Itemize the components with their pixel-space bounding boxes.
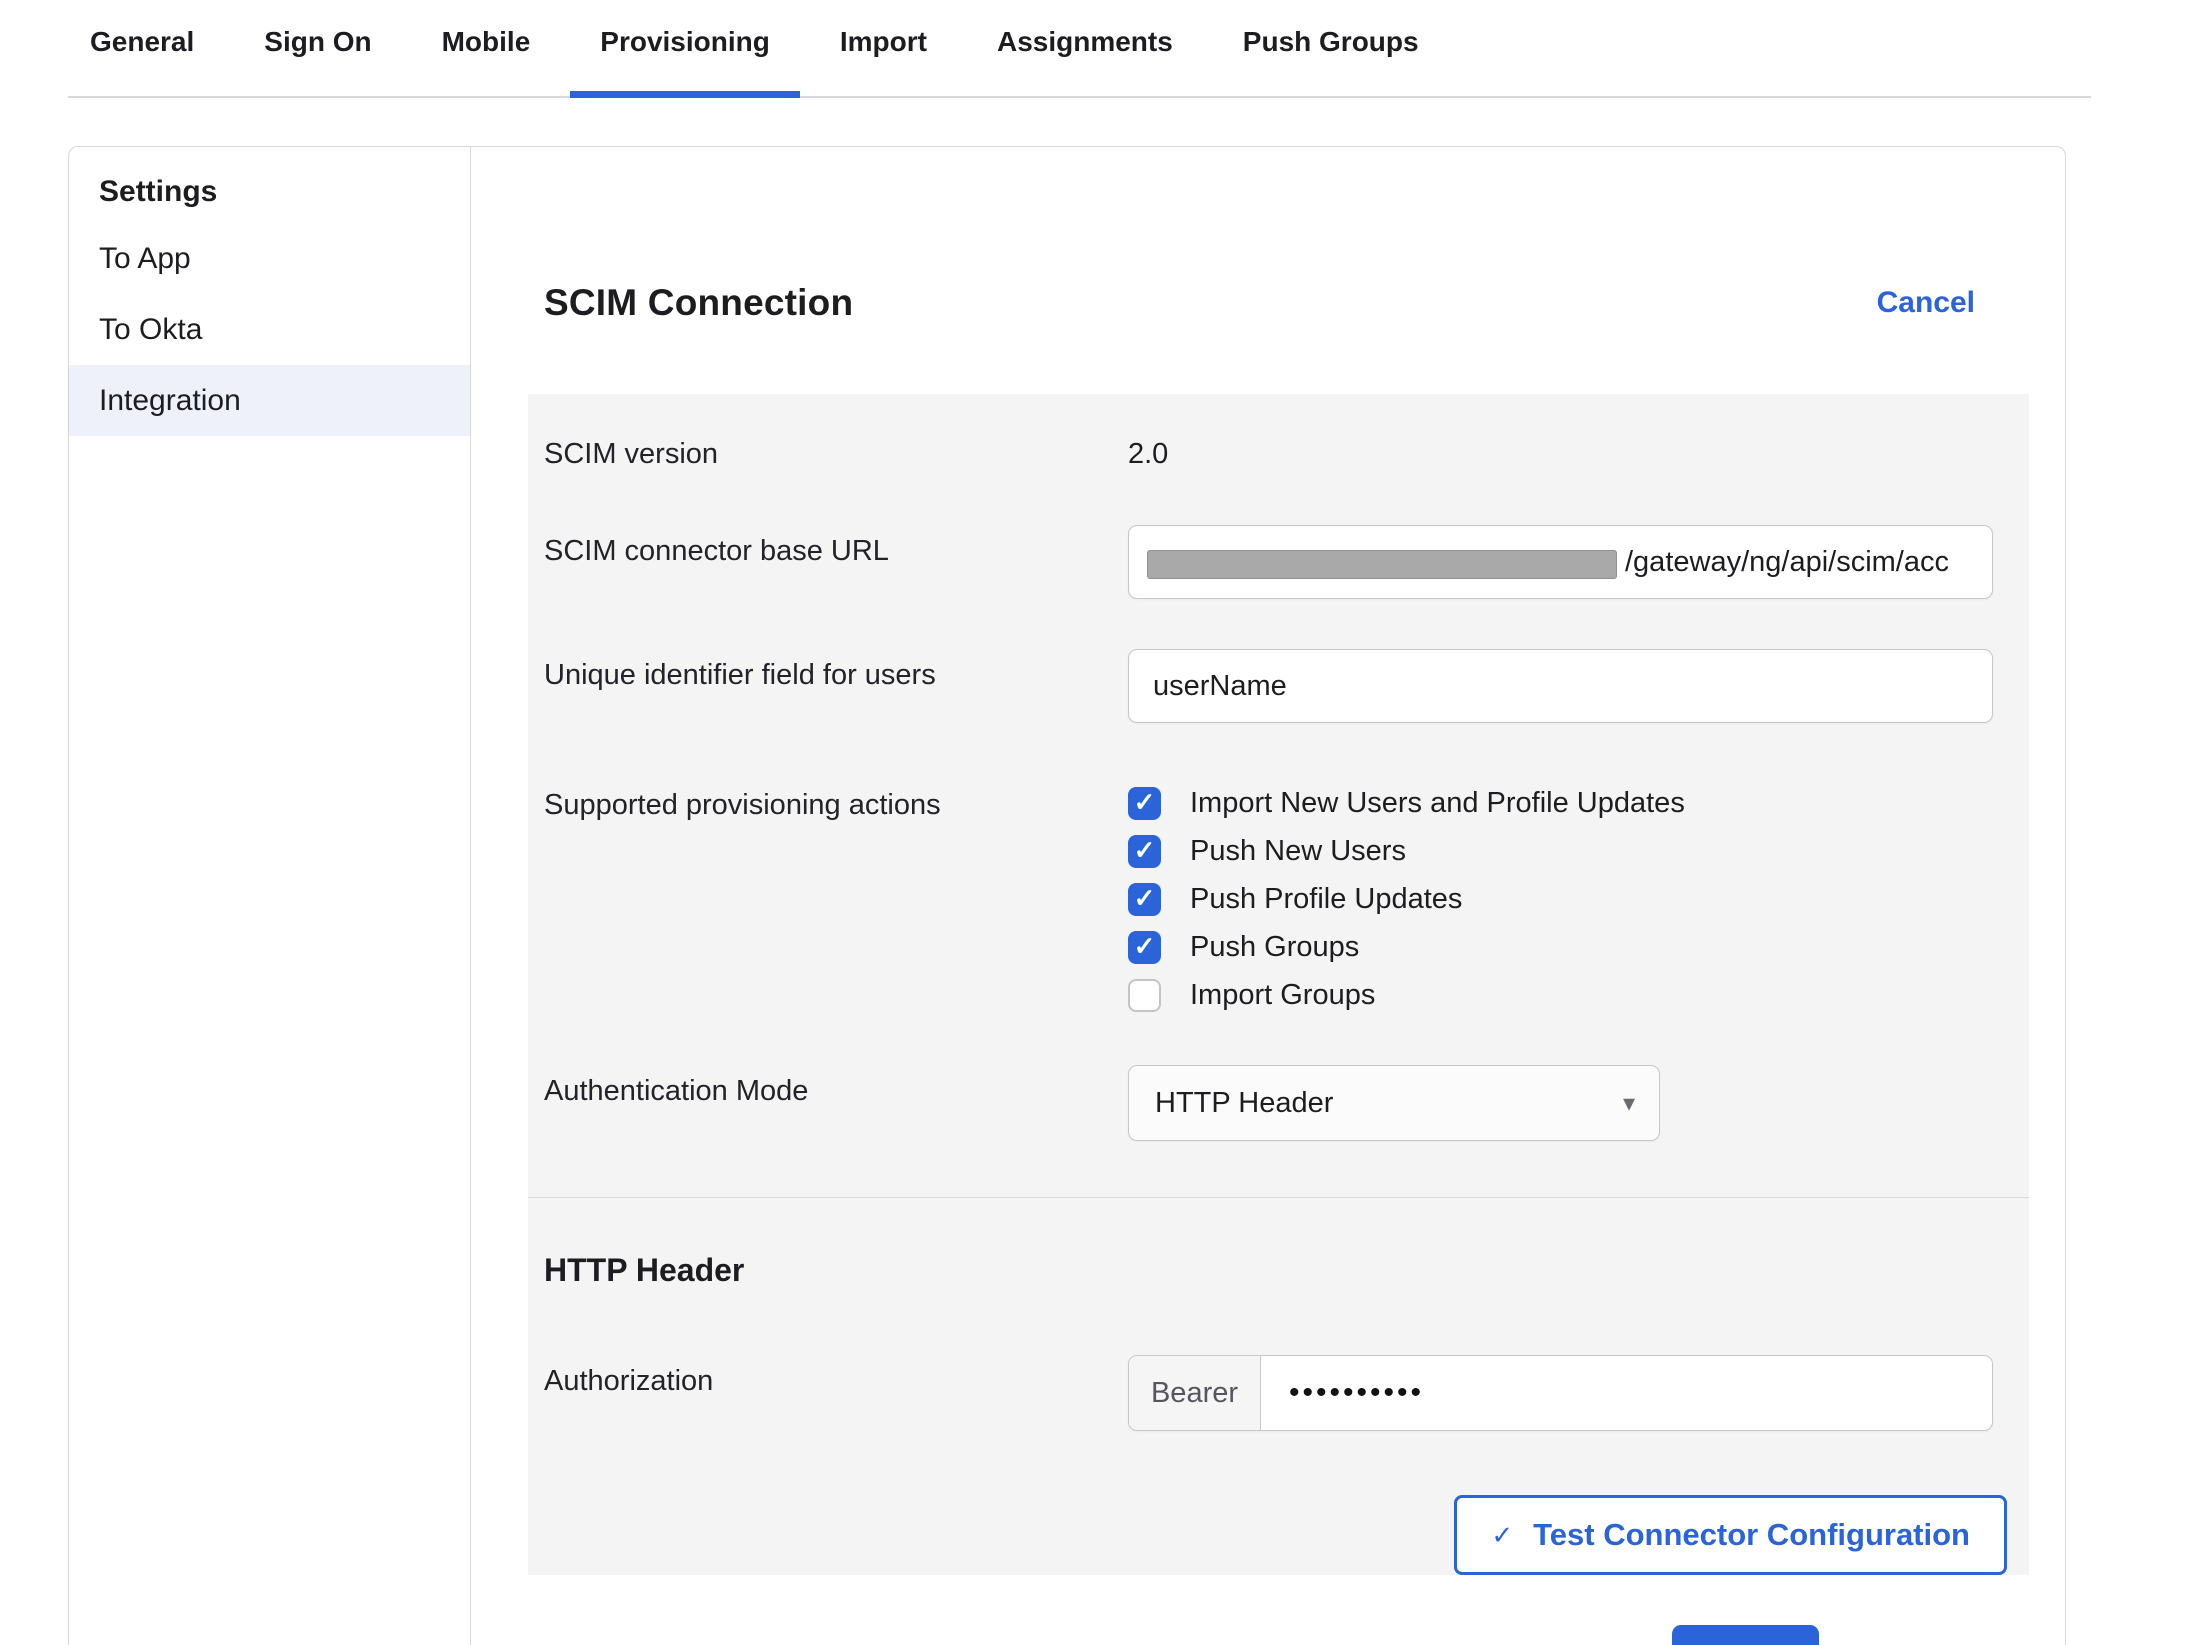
- scim-version-value: 2.0: [1128, 428, 1993, 471]
- check-icon: ✓: [1491, 1520, 1513, 1551]
- action-label: Import New Users and Profile Updates: [1190, 787, 1685, 820]
- unique-id-label: Unique identifier field for users: [544, 649, 1128, 723]
- sidebar-title: Settings: [69, 175, 470, 223]
- auth-mode-dropdown[interactable]: HTTP Header ▾: [1128, 1065, 1660, 1141]
- provisioning-action-row[interactable]: ✓ Push New Users: [1128, 827, 1993, 875]
- sidebar-item-to-app[interactable]: To App: [69, 223, 470, 294]
- base-url-input[interactable]: https:// /gateway/ng/api/scim/acc: [1128, 525, 1993, 599]
- action-label: Push Profile Updates: [1190, 883, 1462, 916]
- auth-mode-selected-value: HTTP Header: [1155, 1087, 1333, 1120]
- base-url-row: SCIM connector base URL https:// /gatewa…: [544, 525, 1993, 599]
- action-checkbox[interactable]: ✓: [1128, 979, 1161, 1012]
- unique-id-value: userName: [1153, 670, 1287, 703]
- page-title: SCIM Connection: [544, 282, 853, 324]
- scim-form-card: SCIM version 2.0 SCIM connector base URL…: [528, 394, 2029, 1575]
- action-label: Push New Users: [1190, 835, 1406, 868]
- scim-version-row: SCIM version 2.0: [544, 428, 1993, 471]
- tab-general[interactable]: General: [90, 0, 194, 96]
- app-tab-bar: General Sign On Mobile Provisioning Impo…: [68, 0, 2091, 98]
- chevron-down-icon: ▾: [1623, 1089, 1635, 1118]
- footer-actions: Save Cancel: [471, 1625, 1975, 1645]
- test-connector-label: Test Connector Configuration: [1533, 1517, 1970, 1553]
- settings-panel: Settings To App To Okta Integration SCIM…: [68, 146, 2066, 1645]
- authorization-token-input[interactable]: ••••••••••: [1261, 1356, 1424, 1430]
- tab-assignments[interactable]: Assignments: [997, 0, 1173, 96]
- provisioning-action-row[interactable]: ✓ Push Groups: [1128, 923, 1993, 971]
- provisioning-action-row[interactable]: ✓ Import Groups: [1128, 971, 1993, 1019]
- tab-mobile[interactable]: Mobile: [442, 0, 531, 96]
- action-checkbox[interactable]: ✓: [1128, 787, 1161, 820]
- provisioning-actions-label: Supported provisioning actions: [544, 779, 1128, 1019]
- sidebar-item-to-okta[interactable]: To Okta: [69, 294, 470, 365]
- bearer-prefix: Bearer: [1129, 1356, 1261, 1430]
- unique-id-input[interactable]: userName: [1128, 649, 1993, 723]
- provisioning-actions-row: Supported provisioning actions ✓ Import …: [544, 779, 1993, 1019]
- save-button[interactable]: Save: [1672, 1625, 1819, 1645]
- sidebar-item-integration[interactable]: Integration: [69, 365, 470, 436]
- checkbox-check-icon: ✓: [1134, 837, 1156, 863]
- auth-mode-row: Authentication Mode HTTP Header ▾: [544, 1065, 1993, 1141]
- unique-id-row: Unique identifier field for users userNa…: [544, 649, 1993, 723]
- tab-push-groups[interactable]: Push Groups: [1243, 0, 1419, 96]
- section-divider: [528, 1197, 2029, 1198]
- authorization-input-group: Bearer ••••••••••: [1128, 1355, 1993, 1431]
- tab-import[interactable]: Import: [840, 0, 927, 96]
- http-header-section-title: HTTP Header: [544, 1252, 1993, 1289]
- authorization-label: Authorization: [544, 1355, 1128, 1431]
- action-checkbox[interactable]: ✓: [1128, 883, 1161, 916]
- content-header: SCIM Connection Cancel: [544, 282, 1975, 324]
- cancel-link-top[interactable]: Cancel: [1877, 286, 1975, 320]
- provisioning-action-row[interactable]: ✓ Push Profile Updates: [1128, 875, 1993, 923]
- action-label: Push Groups: [1190, 931, 1359, 964]
- scim-version-label: SCIM version: [544, 428, 1128, 471]
- action-checkbox[interactable]: ✓: [1128, 931, 1161, 964]
- checkbox-check-icon: ✓: [1134, 933, 1156, 959]
- test-connector-configuration-button[interactable]: ✓ Test Connector Configuration: [1454, 1495, 2007, 1575]
- scim-connection-content: SCIM Connection Cancel SCIM version 2.0 …: [471, 147, 2065, 1645]
- tab-provisioning[interactable]: Provisioning: [600, 0, 770, 96]
- checkbox-check-icon: ✓: [1134, 885, 1156, 911]
- action-checkbox[interactable]: ✓: [1128, 835, 1161, 868]
- tab-sign-on[interactable]: Sign On: [264, 0, 371, 96]
- authorization-row: Authorization Bearer ••••••••••: [544, 1355, 1993, 1431]
- base-url-visible-text: /gateway/ng/api/scim/acc: [1625, 546, 1949, 579]
- base-url-label: SCIM connector base URL: [544, 525, 1128, 599]
- action-label: Import Groups: [1190, 979, 1375, 1012]
- redaction-bar: [1147, 550, 1617, 579]
- auth-mode-label: Authentication Mode: [544, 1065, 1128, 1141]
- settings-sidebar: Settings To App To Okta Integration: [69, 147, 471, 1645]
- checkbox-check-icon: ✓: [1134, 789, 1156, 815]
- provisioning-action-row[interactable]: ✓ Import New Users and Profile Updates: [1128, 779, 1993, 827]
